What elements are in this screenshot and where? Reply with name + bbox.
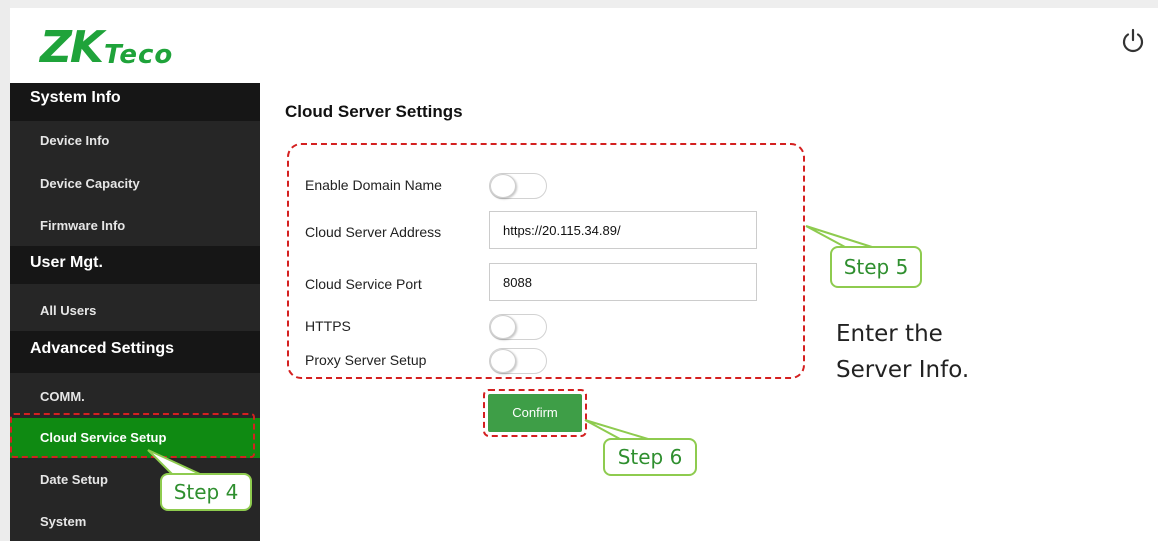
step4-highlight-box	[10, 413, 255, 458]
instruction-note: Enter the Server Info.	[836, 316, 969, 388]
zkteco-logo: ZK Teco	[40, 22, 174, 73]
sidebar-item-all-users[interactable]: All Users	[10, 291, 260, 331]
step4-callout: Step 4	[160, 473, 252, 511]
instruction-line-1: Enter the	[836, 321, 943, 347]
step5-highlight-box	[287, 143, 805, 379]
sidebar-item-device-capacity[interactable]: Device Capacity	[10, 164, 260, 204]
power-icon[interactable]	[1120, 28, 1146, 54]
logo-suffix-text: Teco	[104, 40, 174, 70]
sidebar-section-user-mgt[interactable]: User Mgt.	[10, 246, 260, 284]
step6-highlight-box	[483, 389, 587, 437]
sidebar-item-comm[interactable]: COMM.	[10, 377, 260, 417]
top-strip	[0, 0, 1158, 8]
logo-main-text: ZK	[40, 22, 104, 73]
step6-callout: Step 6	[603, 438, 697, 476]
instruction-line-2: Server Info.	[836, 357, 970, 383]
page-title: Cloud Server Settings	[285, 102, 463, 121]
sidebar-item-firmware-info[interactable]: Firmware Info	[10, 206, 260, 246]
sidebar-section-advanced-settings[interactable]: Advanced Settings	[10, 331, 260, 373]
sidebar-item-device-info[interactable]: Device Info	[10, 121, 260, 161]
left-edge	[0, 0, 10, 541]
step5-callout: Step 5	[830, 246, 922, 288]
app-header: ZK Teco	[10, 8, 1158, 83]
sidebar-section-system-info[interactable]: System Info	[10, 83, 260, 121]
